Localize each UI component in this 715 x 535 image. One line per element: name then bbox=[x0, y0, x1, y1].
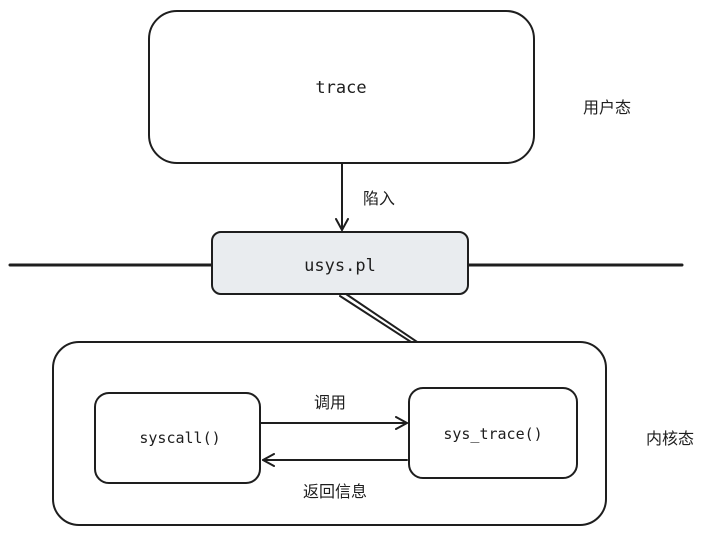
return-label: 返回信息 bbox=[303, 482, 367, 501]
syscall-label: syscall() bbox=[139, 429, 220, 447]
usys-label: usys.pl bbox=[304, 256, 376, 276]
call-label: 调用 bbox=[314, 393, 346, 412]
user-space-label: 用户态 bbox=[583, 98, 631, 117]
sys-trace-label: sys_trace() bbox=[443, 425, 542, 443]
trace-label: trace bbox=[315, 78, 366, 98]
kernel-space-label: 内核态 bbox=[646, 429, 694, 448]
diagram-canvas: trace 用户态 陷入 usys.pl 内核态 syscall() sys_t… bbox=[8, 10, 694, 526]
trap-label: 陷入 bbox=[363, 189, 395, 208]
